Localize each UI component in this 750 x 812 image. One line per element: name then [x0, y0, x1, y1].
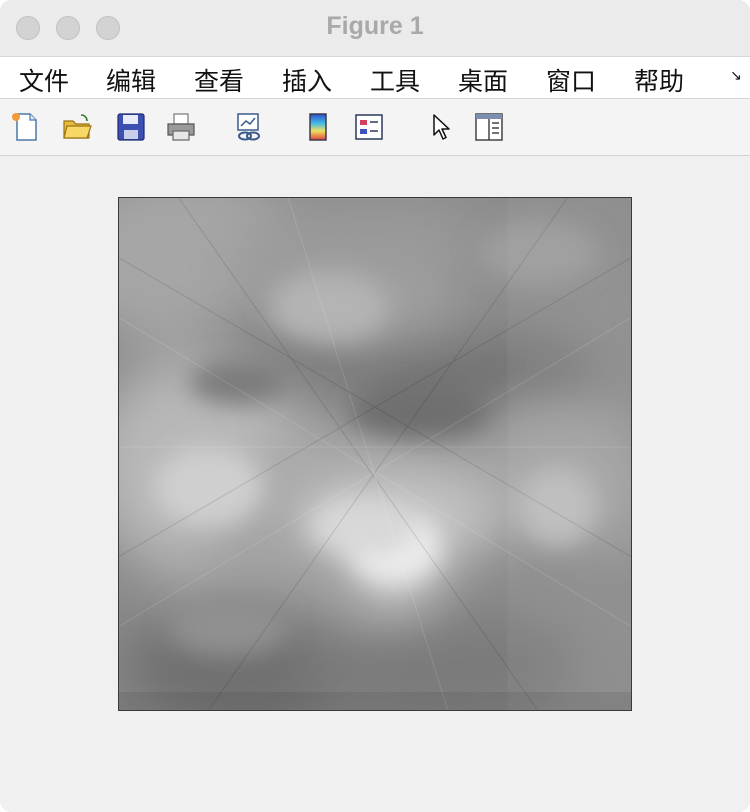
- open-file-icon[interactable]: [61, 111, 93, 143]
- menu-window[interactable]: 窗口: [546, 62, 596, 98]
- figure-window: Figure 1 文件 编辑 查看 插入 工具 桌面 窗口 帮助 ↘: [0, 0, 750, 812]
- menu-bar: 文件 编辑 查看 插入 工具 桌面 窗口 帮助 ↘: [0, 57, 750, 99]
- print-icon[interactable]: [165, 111, 197, 143]
- save-icon[interactable]: [115, 111, 147, 143]
- menu-tools[interactable]: 工具: [370, 62, 420, 98]
- pointer-icon[interactable]: [425, 111, 457, 143]
- window-title: Figure 1: [326, 12, 424, 40]
- menu-view[interactable]: 查看: [194, 62, 244, 98]
- property-inspector-icon[interactable]: [473, 111, 505, 143]
- menu-file[interactable]: 文件: [19, 62, 69, 98]
- new-figure-icon[interactable]: [10, 111, 42, 143]
- grayscale-image: [119, 198, 631, 710]
- menu-edit[interactable]: 编辑: [106, 62, 156, 98]
- insert-colorbar-icon[interactable]: [302, 111, 334, 143]
- menu-insert[interactable]: 插入: [282, 62, 332, 98]
- menu-desktop[interactable]: 桌面: [458, 62, 508, 98]
- link-plot-icon[interactable]: [232, 111, 264, 143]
- image-axes[interactable]: [118, 197, 632, 711]
- toolbar: [0, 99, 750, 156]
- title-bar[interactable]: Figure 1: [0, 0, 750, 57]
- insert-legend-icon[interactable]: [353, 111, 385, 143]
- menu-help[interactable]: 帮助: [634, 62, 684, 98]
- overflow-arrow-icon[interactable]: ↘: [730, 69, 744, 83]
